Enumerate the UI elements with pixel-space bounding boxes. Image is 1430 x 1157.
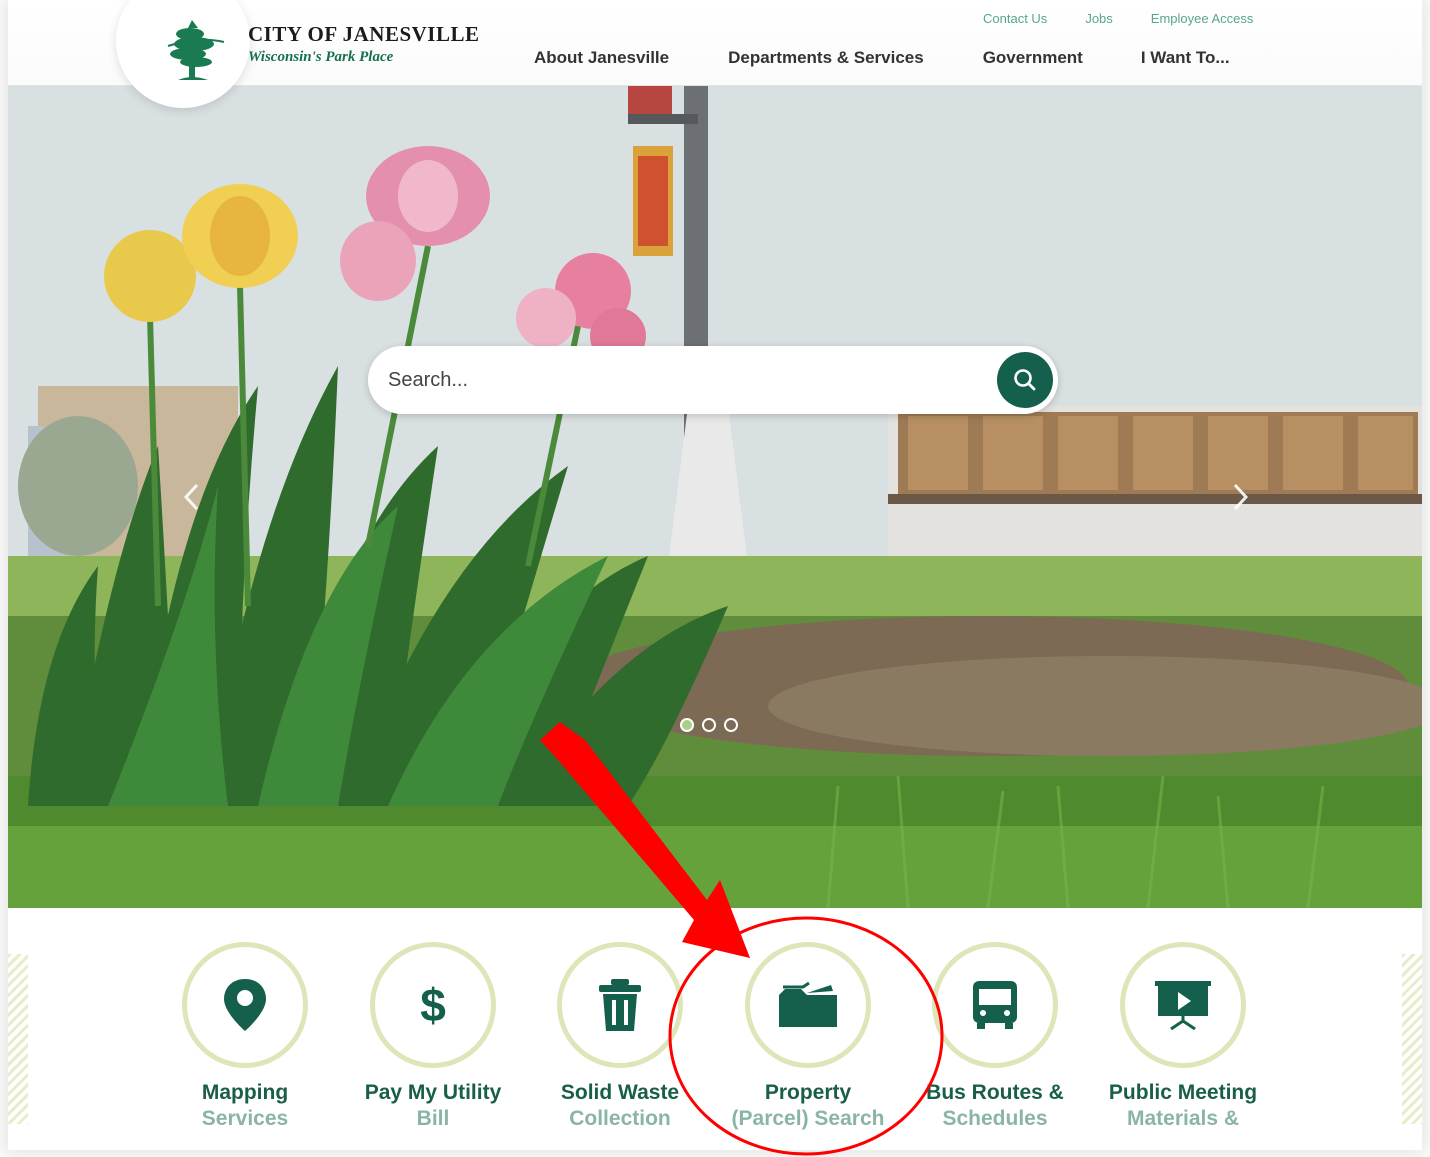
trash-icon [599, 979, 641, 1031]
contact-us-link[interactable]: Contact Us [983, 11, 1047, 26]
search-bar [368, 346, 1058, 414]
tree-logo-icon [167, 20, 225, 80]
quicklink-label[interactable]: Mapping Services [160, 1080, 330, 1132]
search-button[interactable] [997, 352, 1053, 408]
folder-open-icon [779, 981, 837, 1027]
logo-subtitle: Wisconsin's Park Place [248, 49, 394, 65]
quicklink-label[interactable]: Public Meeting Materials & [1098, 1080, 1268, 1132]
carousel-dot-3[interactable] [724, 718, 738, 732]
nav-about-janesville[interactable]: About Janesville [534, 48, 669, 68]
nav-i-want-to[interactable]: I Want To... [1141, 48, 1230, 68]
hero-slideshow [8, 86, 1422, 908]
main-nav: About Janesville Departments & Services … [534, 48, 1230, 68]
quicklink-label[interactable]: Bus Routes & Schedules [910, 1080, 1080, 1132]
map-pin-icon [224, 979, 266, 1031]
quicklink-label[interactable]: Pay My Utility Bill [348, 1080, 518, 1132]
search-icon [1014, 369, 1036, 391]
decorative-stripe-left [8, 954, 28, 1124]
nav-departments-services[interactable]: Departments & Services [728, 48, 924, 68]
logo-title: CITY OF JANESVILLE [248, 22, 480, 46]
logo-text[interactable]: CITY OF JANESVILLE Wisconsin's Park Plac… [248, 22, 480, 66]
hero-image [8, 86, 1422, 908]
svg-text:$: $ [420, 979, 446, 1031]
dollar-icon: $ [420, 979, 446, 1031]
bus-icon [973, 981, 1017, 1029]
jobs-link[interactable]: Jobs [1085, 11, 1112, 26]
quicklink-circle[interactable] [745, 942, 871, 1068]
quicklink-circle[interactable] [932, 942, 1058, 1068]
nav-government[interactable]: Government [983, 48, 1083, 68]
utility-links: Contact Us Jobs Employee Access [983, 11, 1253, 26]
quicklink-circle[interactable]: $ [370, 942, 496, 1068]
chevron-right-icon[interactable] [1230, 482, 1250, 512]
carousel-dot-2[interactable] [702, 718, 716, 732]
quicklinks-section: Mapping Services $ Pay My Utility Bill S… [8, 908, 1422, 1150]
search-input[interactable] [388, 360, 978, 400]
quicklink-circle[interactable] [182, 942, 308, 1068]
quicklink-circle[interactable] [557, 942, 683, 1068]
presentation-icon [1155, 981, 1211, 1031]
chevron-left-icon[interactable] [182, 482, 202, 512]
quicklink-circle[interactable] [1120, 942, 1246, 1068]
carousel-dot-1[interactable] [680, 718, 694, 732]
decorative-stripe-right [1402, 954, 1422, 1124]
page-frame: Contact Us Jobs Employee Access About Ja… [8, 0, 1422, 1150]
quicklink-label[interactable]: Property (Parcel) Search [723, 1080, 893, 1132]
carousel-dots [680, 718, 738, 732]
employee-access-link[interactable]: Employee Access [1151, 11, 1254, 26]
quicklink-label[interactable]: Solid Waste Collection [535, 1080, 705, 1132]
